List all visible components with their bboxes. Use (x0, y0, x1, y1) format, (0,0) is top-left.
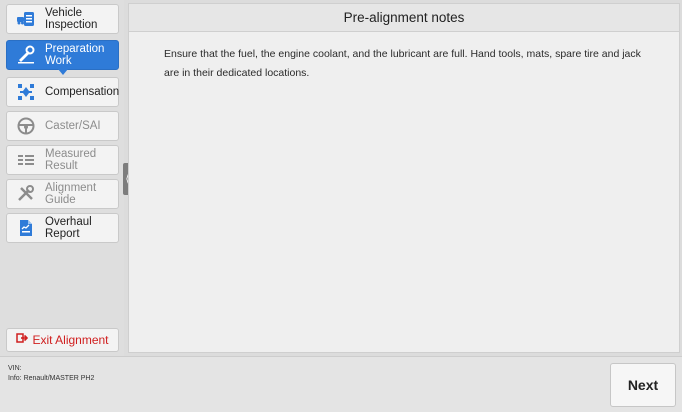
vehicle-inspection-icon (15, 8, 37, 30)
compensation-icon (15, 81, 37, 103)
sidebar-item-preparation-work[interactable]: Preparation Work (6, 40, 119, 75)
exit-alignment-button[interactable]: Exit Alignment (6, 328, 119, 352)
next-button[interactable]: Next (610, 363, 676, 407)
exit-alignment-label: Exit Alignment (32, 333, 109, 347)
sidebar-item-label: Alignment Guide (45, 182, 97, 206)
sidebar: Vehicle Inspection Preparation Work Comp… (0, 0, 124, 356)
sidebar-item-label: Compensation (45, 86, 120, 98)
preparation-wrench-icon (15, 44, 37, 66)
sidebar-item-label: Measured Result (45, 148, 97, 172)
sidebar-item-caster-sai[interactable]: Caster/SAI (6, 111, 119, 141)
sidebar-item-alignment-guide[interactable]: Alignment Guide (6, 179, 119, 209)
sidebar-item-measured-result[interactable]: Measured Result (6, 145, 119, 175)
page-title: Pre-alignment notes (343, 10, 465, 25)
sidebar-item-compensation[interactable]: Compensation (6, 77, 119, 107)
sidebar-item-label: Overhaul Report (45, 216, 92, 240)
sidebar-item-overhaul-report[interactable]: Overhaul Report (6, 213, 119, 243)
footer-bar: VIN: Info: Renault/MASTER PH2 Next (0, 356, 682, 412)
report-document-icon (15, 217, 37, 239)
sidebar-item-label: Caster/SAI (45, 120, 101, 132)
steering-wheel-icon (15, 115, 37, 137)
app-window: Vehicle Inspection Preparation Work Comp… (0, 0, 682, 412)
sidebar-item-vehicle-inspection[interactable]: Vehicle Inspection (6, 4, 119, 34)
exit-icon (16, 331, 29, 349)
vin-label: VIN: (8, 365, 22, 372)
vehicle-info: Info: Renault/MASTER PH2 (8, 375, 95, 382)
main-panel: Pre-alignment notes Ensure that the fuel… (128, 3, 680, 353)
notes-text: Ensure that the fuel, the engine coolant… (164, 48, 641, 79)
main-header: Pre-alignment notes (129, 4, 679, 32)
sidebar-item-label: Preparation Work (45, 43, 105, 67)
sidebar-item-label: Vehicle Inspection (45, 7, 98, 31)
next-button-label: Next (627, 377, 659, 393)
tools-icon (15, 183, 37, 205)
measured-result-icon (15, 149, 37, 171)
